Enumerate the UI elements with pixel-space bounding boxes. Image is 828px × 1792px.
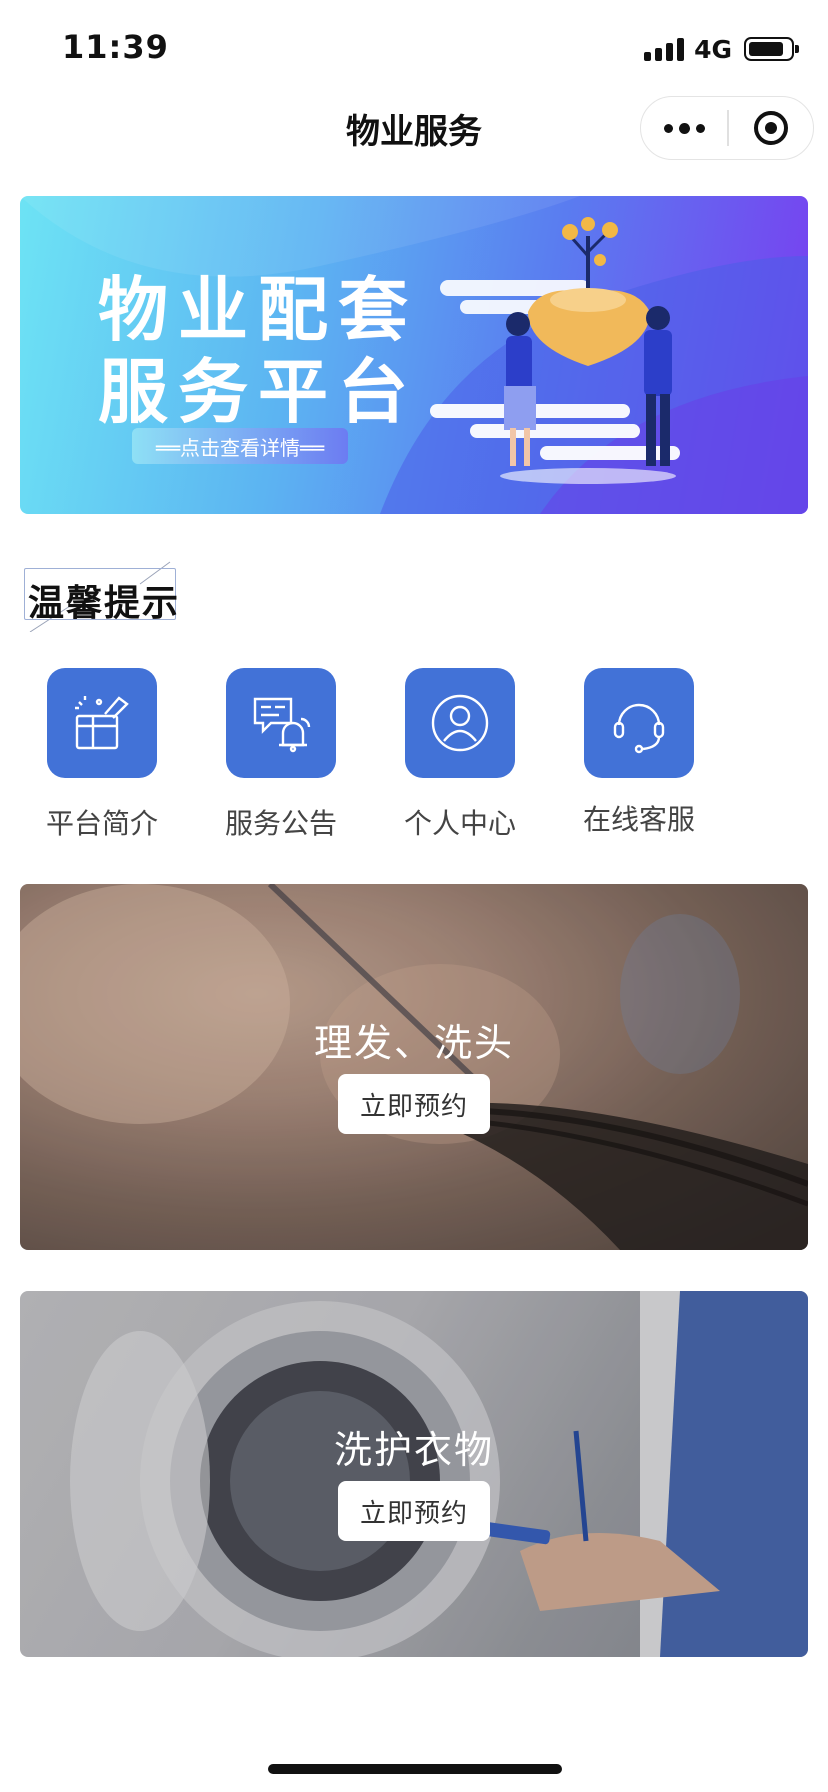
network-type: 4G: [694, 34, 732, 64]
menu-item-service-notice[interactable]: 服务公告: [201, 668, 361, 842]
gift-box-icon: [75, 696, 129, 750]
banner-title-line2: 服务平台: [98, 351, 418, 433]
headset-icon: [613, 703, 665, 754]
service-card-laundry[interactable]: 洗护衣物 立即预约: [20, 1291, 808, 1657]
status-bar: 11:39 4G: [0, 0, 828, 96]
menu-item-platform-intro[interactable]: 平台简介: [22, 668, 182, 842]
target-icon: [753, 111, 788, 145]
user-icon: [431, 694, 489, 752]
service-card-haircut[interactable]: 理发、洗头 立即预约: [20, 884, 808, 1250]
menu-item-personal-center[interactable]: 个人中心: [380, 668, 540, 842]
laundry-background-image: [20, 1291, 808, 1657]
tips-text: 温馨提示: [28, 582, 181, 624]
tips-label: 温馨提示: [20, 560, 180, 632]
status-time: 11:39: [62, 28, 169, 66]
menu-label: 个人中心: [403, 807, 516, 840]
book-now-button[interactable]: 立即预约: [338, 1481, 490, 1541]
haircut-background-image: [20, 884, 808, 1250]
mini-program-capsule: [640, 96, 814, 160]
menu-label: 服务公告: [224, 807, 337, 840]
close-mini-program-button[interactable]: [729, 97, 814, 159]
notice-bell-icon: [253, 697, 311, 753]
status-indicators: 4G: [644, 34, 799, 64]
menu-label: 平台简介: [45, 807, 158, 840]
battery-icon: [744, 37, 799, 61]
home-indicator[interactable]: [268, 1764, 562, 1774]
promo-banner[interactable]: 物业配套 服务平台 ══点击查看详情══: [20, 196, 808, 514]
service-title: 理发、洗头: [313, 1021, 514, 1065]
service-title: 洗护衣物: [333, 1428, 494, 1472]
book-now-button[interactable]: 立即预约: [338, 1074, 490, 1134]
more-options-icon[interactable]: [641, 97, 727, 159]
menu-label: 在线客服: [582, 803, 695, 836]
cellular-signal-icon: [644, 37, 685, 61]
menu-item-online-support[interactable]: 在线客服: [559, 668, 719, 838]
banner-details-button[interactable]: ══点击查看详情══: [132, 428, 348, 464]
